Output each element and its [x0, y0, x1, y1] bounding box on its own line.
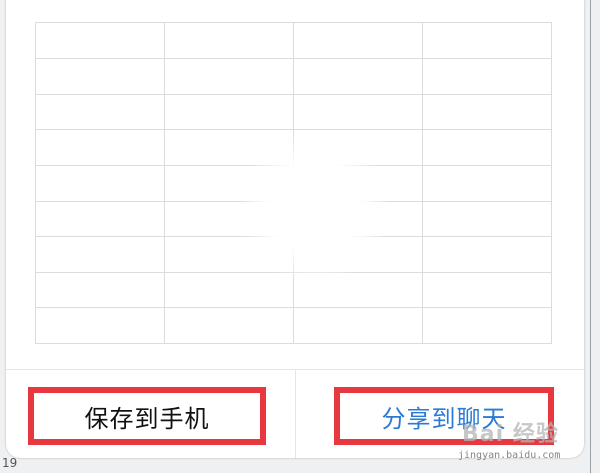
- sheet-preview-image: [35, 22, 552, 344]
- preview-gridline: [35, 94, 552, 95]
- save-to-phone-label: 保存到手机: [84, 404, 210, 433]
- share-to-chat-label: 分享到聊天: [381, 404, 507, 433]
- preview-gridline: [551, 22, 552, 344]
- screen: 19 保存到手机 分享到聊天 Bai 经验 jingyan.baidu.com: [0, 0, 600, 473]
- button-separator: [295, 370, 296, 458]
- save-to-phone-button[interactable]: 保存到手机: [28, 387, 266, 445]
- preview-gridline: [422, 22, 423, 344]
- background-gridline: [590, 0, 591, 473]
- preview-gridline: [35, 58, 552, 59]
- preview-gridline: [35, 343, 552, 344]
- share-dialog: 保存到手机 分享到聊天: [6, 0, 584, 458]
- preview-gridline: [164, 22, 165, 344]
- share-to-chat-button[interactable]: 分享到聊天: [334, 387, 554, 445]
- preview-gridline: [35, 307, 552, 308]
- preview-gridline: [35, 22, 36, 344]
- preview-blur-spot: [240, 132, 390, 282]
- preview-gridline: [35, 129, 552, 130]
- background-row-number: 19: [2, 456, 18, 470]
- preview-gridline: [35, 22, 552, 23]
